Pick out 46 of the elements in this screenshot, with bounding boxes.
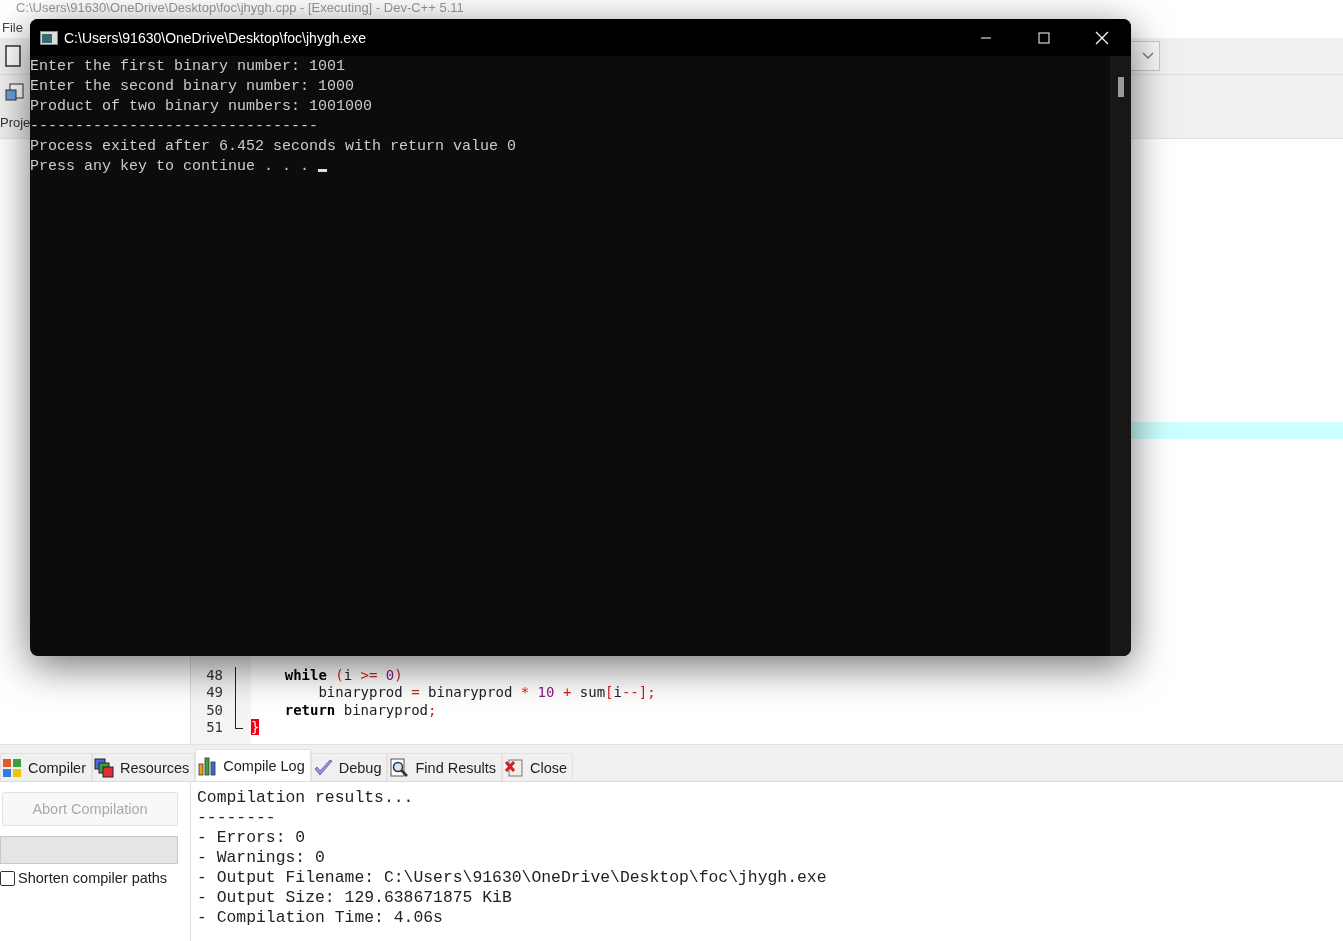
console-line: -------------------------------- [30,117,319,137]
console-line: Press any key to continue . . . [30,157,311,177]
log-line: - Compilation Time: 4.06s [197,908,444,928]
console-icon [40,30,58,45]
window-title: C:\Users\91630\OneDrive\Desktop\foc\jhygh.cpp - [Executing] - Dev-C++ 5.11 [15,0,465,16]
console-title: C:\Users\91630\OneDrive\Desktop\foc\jhygh.exe [64,29,367,46]
code-line: binaryprod = binaryprod * 10 + sum[i--]; [317,684,656,702]
console-line: Product of two binary numbers: 1001000 [30,97,373,117]
log-line: - Warnings: 0 [197,848,326,868]
tab[interactable]: Compiler [0,753,92,781]
windows-icon [94,757,114,778]
log-line: - Output Size: 129.638671875 KiB [197,888,513,908]
line-number: 50 [205,701,223,719]
log-line: - Output Filename: C:\Users\91630\OneDrive\Desktop\foc\jhygh.exe [197,868,828,888]
log-line: Compilation results... [197,788,415,808]
grid-icon [2,757,22,778]
code-line: while (i >= 0) [283,666,403,684]
check-icon [312,757,333,778]
line-number: 49 [205,684,223,702]
console-line: Enter the first binary number: 1001 [30,57,346,77]
close-icon [504,757,525,778]
bar-chart-icon [197,755,218,776]
chevron-icon [1141,52,1155,60]
console-line: Process exited after 6.452 seconds with return value 0 [30,137,517,157]
tab[interactable]: Close [502,753,574,781]
checkbox[interactable] [0,870,15,886]
maximize-icon[interactable] [1038,31,1050,44]
tab[interactable]: Compile Log [195,749,311,781]
menu-item[interactable]: File [0,19,25,35]
tab[interactable]: Debug [310,753,388,781]
log-line: - Errors: 0 [197,828,307,848]
log-line: -------- [197,808,277,828]
dropdown[interactable] [1130,41,1160,71]
tab[interactable]: Resources [92,753,196,781]
code-line: return binaryprod; [283,701,437,719]
checkbox-label[interactable]: Shorten compiler paths [18,870,168,886]
close-icon[interactable] [1095,30,1109,45]
file-icon[interactable] [5,45,21,67]
console-line: Enter the second binary number: 1000 [30,77,355,97]
windows-icon[interactable] [5,82,25,104]
line-number: 48 [205,666,223,684]
project-tab[interactable]: Proje [0,115,31,130]
tab[interactable]: Find Results [387,753,503,781]
scrollbar-thumb[interactable] [1117,77,1124,97]
line-number: 51 [205,719,223,737]
find-icon [389,757,410,778]
